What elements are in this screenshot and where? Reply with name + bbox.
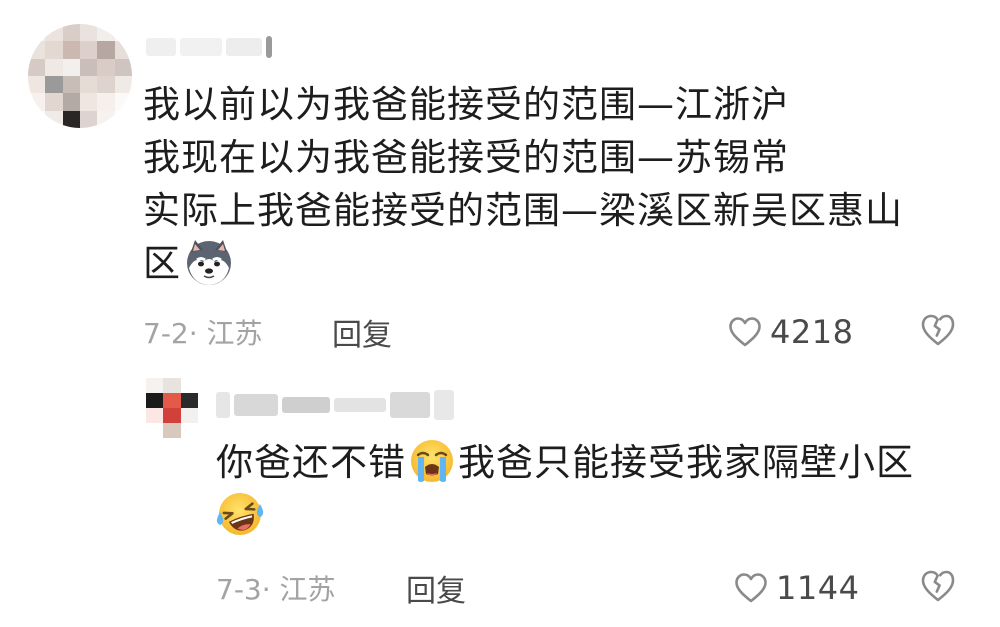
broken-heart-icon <box>921 570 955 602</box>
laughing-tears-emoji <box>216 490 264 538</box>
reply-line: 我爸只能接受我家隔壁小区 <box>458 441 914 484</box>
comment-line: 我现在以为我爸能接受的范围—苏锡常 <box>143 136 789 179</box>
like-count: 1144 <box>776 569 860 607</box>
dislike-button[interactable] <box>920 313 956 347</box>
husky-dog-emoji <box>185 238 233 286</box>
heart-outline-icon <box>729 317 761 347</box>
reply-button[interactable]: 回复 <box>406 566 466 610</box>
username[interactable] <box>146 36 272 58</box>
avatar[interactable] <box>28 24 132 128</box>
reply-line: 你爸还不错 <box>216 441 406 484</box>
comment-line: 我以前以为我爸能接受的范围—江浙沪 <box>143 83 789 126</box>
comment-line: 区 <box>143 242 181 285</box>
comment-body: 我以前以为我爸能接受的范围—江浙沪 我现在以为我爸能接受的范围—苏锡常 实际上我… <box>143 78 903 290</box>
avatar[interactable] <box>146 378 198 438</box>
like-count: 4218 <box>770 313 854 351</box>
reply-body: 你爸还不错 我爸只能接受我家隔壁小区 <box>216 436 914 542</box>
broken-heart-icon <box>921 314 955 346</box>
like-button[interactable]: 1144 <box>734 569 859 607</box>
reply-button[interactable]: 回复 <box>332 310 392 354</box>
comment-line: 实际上我爸能接受的范围—梁溪区新吴区惠山 <box>143 189 903 232</box>
like-button[interactable]: 4218 <box>728 313 853 351</box>
reply-date-location: 7-3· 江苏 <box>216 573 336 606</box>
username[interactable] <box>216 390 454 420</box>
dislike-button[interactable] <box>920 569 956 603</box>
heart-outline-icon <box>735 573 767 603</box>
comment-date-location: 7-2· 江苏 <box>143 317 263 350</box>
loudly-crying-emoji <box>408 437 456 485</box>
